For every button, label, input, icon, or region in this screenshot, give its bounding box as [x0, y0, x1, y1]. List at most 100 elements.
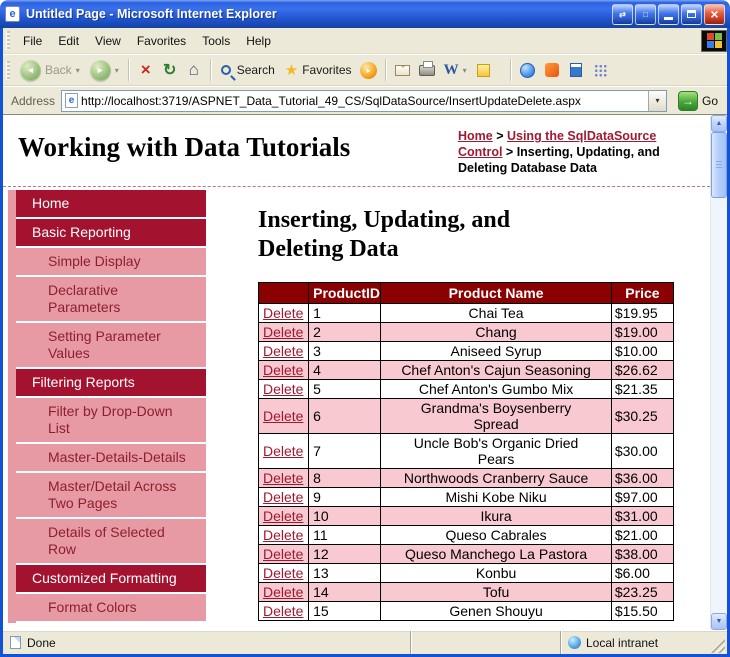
address-input[interactable]	[78, 93, 648, 108]
price-cell: $19.00	[610, 322, 675, 342]
notes-button[interactable]	[472, 58, 496, 82]
delete-link[interactable]: Delete	[263, 362, 303, 378]
table-row: Delete 11 Queso Cabrales $21.00	[257, 525, 675, 545]
page-title: Inserting, Updating, and Deleting Data	[258, 207, 511, 262]
titlebar[interactable]: e Untitled Page - Microsoft Internet Exp…	[0, 0, 730, 28]
status-zone-pane: Local intranet	[560, 631, 710, 654]
sidebar-item-filtering-reports[interactable]: Filtering Reports	[16, 369, 206, 396]
menu-tools[interactable]: Tools	[194, 30, 238, 52]
toolbar-grip[interactable]	[6, 60, 10, 80]
sidebar-item-master-details-details[interactable]: Master-Details-Details	[16, 444, 206, 471]
delete-link[interactable]: Delete	[263, 443, 303, 459]
edit-in-word-button[interactable]: W ▾	[439, 60, 472, 81]
delete-link[interactable]: Delete	[263, 343, 303, 359]
sidebar-item-setting-parameter-values[interactable]: Setting Parameter Values	[16, 323, 206, 367]
messenger-button[interactable]	[516, 58, 540, 82]
table-body: Delete 1 Chai Tea $19.95 Delete 2 Chang $19.00 D…	[257, 303, 675, 621]
delete-link[interactable]: Delete	[263, 546, 303, 562]
price-cell: $30.00	[610, 433, 675, 469]
sidebar-item-filter-by-drop-down-list[interactable]: Filter by Drop-Down List	[16, 398, 206, 442]
delete-cell: Delete	[257, 563, 310, 583]
sidebar-item-home[interactable]: Home	[16, 190, 206, 217]
titlebar-arrows-button[interactable]: ⇄	[612, 3, 633, 25]
table-row: Delete 12 Queso Manchego La Pastora $38.00	[257, 544, 675, 564]
price-cell: $36.00	[610, 468, 675, 488]
menu-edit[interactable]: Edit	[50, 30, 87, 52]
search-button[interactable]: Search	[216, 61, 280, 79]
page-body: Home Basic Reporting Simple Display Declara…	[3, 187, 710, 623]
print-button[interactable]	[415, 58, 439, 82]
price-cell: $30.25	[610, 398, 675, 434]
grid-icon	[592, 63, 607, 77]
sidebar-item-declarative-parameters[interactable]: Declarative Parameters	[16, 277, 206, 321]
price-cell: $21.00	[610, 525, 675, 545]
breadcrumb-link-home[interactable]: Home	[458, 129, 493, 143]
forward-dropdown-icon[interactable]: ▾	[115, 66, 119, 75]
resize-grip[interactable]	[710, 638, 725, 653]
sidebar-item-details-of-selected-row[interactable]: Details of Selected Row	[16, 519, 206, 563]
stop-button[interactable]: ×	[134, 58, 158, 82]
delete-link[interactable]: Delete	[263, 470, 303, 486]
delete-cell: Delete	[257, 341, 310, 361]
sidebar-item-customized-formatting[interactable]: Customized Formatting	[16, 565, 206, 592]
scrollbar-track[interactable]	[711, 132, 727, 613]
minimize-button[interactable]	[658, 3, 679, 25]
snagit-icon	[544, 63, 559, 77]
vertical-scrollbar[interactable]: ▲ ▼	[710, 115, 727, 630]
mail-button[interactable]	[391, 58, 415, 82]
sidebar-item-master-detail-across-two-pages[interactable]: Master/Detail Across Two Pages	[16, 473, 206, 517]
go-button[interactable]: → Go	[673, 90, 723, 111]
address-field[interactable]: e ▾	[61, 89, 667, 112]
favorites-button[interactable]: ★ Favorites	[280, 59, 357, 81]
delete-link[interactable]: Delete	[263, 305, 303, 321]
delete-link[interactable]: Delete	[263, 584, 303, 600]
titlebar-window-button[interactable]: □	[635, 3, 656, 25]
sidebar-item-basic-reporting[interactable]: Basic Reporting	[16, 219, 206, 246]
research-button[interactable]	[564, 58, 588, 82]
menu-favorites[interactable]: Favorites	[129, 30, 194, 52]
menu-view[interactable]: View	[87, 30, 129, 52]
delete-link[interactable]: Delete	[263, 603, 303, 619]
forward-button[interactable]: ► ▾	[85, 58, 124, 83]
back-label: Back	[45, 63, 72, 77]
sidebar-item-simple-display[interactable]: Simple Display	[16, 248, 206, 275]
delete-link[interactable]: Delete	[263, 508, 303, 524]
delete-link[interactable]: Delete	[263, 565, 303, 581]
snagit-button[interactable]	[540, 58, 564, 82]
table-row: Delete 3 Aniseed Syrup $10.00	[257, 341, 675, 361]
home-button[interactable]: ⌂	[182, 58, 206, 82]
delete-link[interactable]: Delete	[263, 381, 303, 397]
price-cell: $38.00	[610, 544, 675, 564]
quick-launch-button[interactable]	[588, 58, 612, 82]
delete-link[interactable]: Delete	[263, 408, 303, 424]
back-button[interactable]: ◄ Back ▾	[15, 58, 85, 83]
scrollbar-thumb[interactable]	[711, 132, 727, 198]
scroll-down-button[interactable]: ▼	[711, 613, 727, 630]
word-dropdown-icon[interactable]: ▾	[463, 66, 467, 75]
product-id-cell: 1	[308, 303, 382, 323]
menu-help[interactable]: Help	[238, 30, 279, 52]
scroll-up-button[interactable]: ▲	[711, 115, 727, 132]
product-id-cell: 13	[308, 563, 382, 583]
stop-icon: ×	[140, 60, 151, 79]
browser-viewport: Working with Data Tutorials Home > Using…	[3, 114, 727, 630]
back-dropdown-icon[interactable]: ▾	[76, 66, 80, 75]
mail-icon	[395, 64, 411, 76]
product-name-cell: Chef Anton's Gumbo Mix	[380, 379, 612, 399]
maximize-button[interactable]	[681, 3, 702, 25]
menubar-grip[interactable]	[6, 31, 10, 50]
delete-link[interactable]: Delete	[263, 489, 303, 505]
page-header: Working with Data Tutorials Home > Using…	[3, 115, 710, 187]
refresh-button[interactable]: ↻	[158, 58, 182, 82]
delete-link[interactable]: Delete	[263, 527, 303, 543]
product-name-cell: Grandma's Boysenberry Spread	[380, 398, 612, 434]
delete-link[interactable]: Delete	[263, 324, 303, 340]
close-button[interactable]: ×	[704, 3, 725, 25]
menu-file[interactable]: File	[15, 30, 50, 52]
media-button[interactable]: ▸	[357, 58, 381, 82]
address-dropdown-button[interactable]: ▾	[647, 90, 666, 111]
window-frame: File Edit View Favorites Tools Help ◄ Back ▾ …	[0, 28, 730, 657]
media-icon: ▸	[360, 61, 378, 79]
sidebar-item-format-colors[interactable]: Format Colors	[16, 594, 206, 621]
column-header-product-name: Product Name	[380, 282, 612, 304]
